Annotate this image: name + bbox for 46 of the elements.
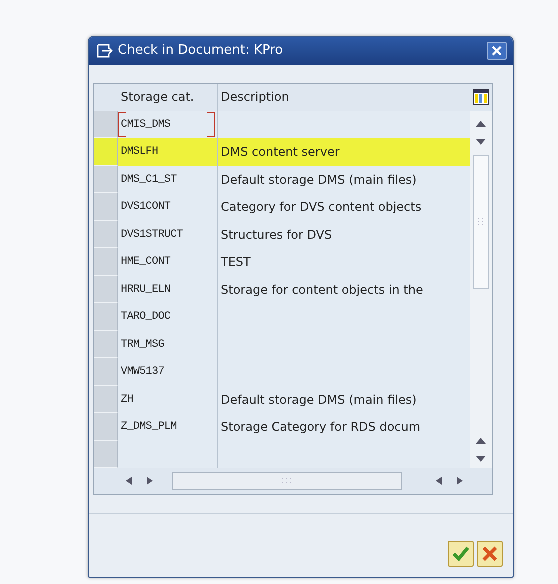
table-cell: Default storage DMS (main files) <box>218 166 470 194</box>
table-cell: Z_DMS_PLM <box>118 413 218 441</box>
close-button[interactable] <box>487 42 507 60</box>
cross-icon <box>482 546 498 562</box>
row-selector[interactable] <box>94 358 118 386</box>
row-selector[interactable] <box>94 303 118 331</box>
document-icon <box>97 44 113 58</box>
table-cell: TRM_MSG <box>118 330 218 358</box>
close-icon <box>492 46 502 56</box>
table-cell: DVS1CONT <box>118 193 218 221</box>
table-cell: HRRU_ELN <box>118 276 218 304</box>
table-cell: DMSLFH <box>118 138 218 166</box>
table-cell: DMS_C1_ST <box>118 166 218 194</box>
scroll-thumb[interactable] <box>473 154 489 289</box>
table-cell: ZH <box>118 386 218 414</box>
table-cell: Structures for DVS <box>218 220 470 248</box>
row-selector[interactable] <box>94 220 118 248</box>
table-cell: TARO_DOC <box>118 303 218 331</box>
row-selector[interactable] <box>94 138 118 166</box>
row-selector[interactable] <box>94 330 118 358</box>
row-selector[interactable] <box>94 110 118 138</box>
check-icon <box>452 546 470 562</box>
row-selector[interactable] <box>94 386 118 414</box>
table-cell: HME_CONT <box>118 248 218 276</box>
vertical-scrollbar[interactable] <box>470 110 492 468</box>
table-cell: Default storage DMS (main files) <box>218 386 470 414</box>
table-cell: Storage Category for RDS docum <box>218 413 470 441</box>
row-selector[interactable] <box>94 276 118 304</box>
table-cell: DMS content server <box>218 138 470 166</box>
row-selector[interactable] <box>94 166 118 194</box>
column-layout-icon[interactable] <box>473 89 489 106</box>
row-selector[interactable] <box>94 413 118 441</box>
table-cell: VMW5137 <box>118 358 218 386</box>
table-cell: CMIS_DMS <box>118 110 218 138</box>
horizontal-scroll-thumb[interactable] <box>172 472 402 490</box>
row-selector[interactable] <box>94 193 118 221</box>
window-title: Check in Document: KPro <box>118 43 284 58</box>
confirm-button[interactable] <box>448 541 474 567</box>
column-header[interactable]: Description <box>221 90 290 104</box>
row-selector[interactable] <box>94 248 118 276</box>
table-cell: TEST <box>218 248 470 276</box>
table-cell: Category for DVS content objects <box>218 193 470 221</box>
table-cell: DVS1STRUCT <box>118 220 218 248</box>
column-header[interactable]: Storage cat. <box>121 90 194 104</box>
table-cell: Storage for content objects in the <box>218 276 470 304</box>
cancel-button[interactable] <box>477 541 503 567</box>
